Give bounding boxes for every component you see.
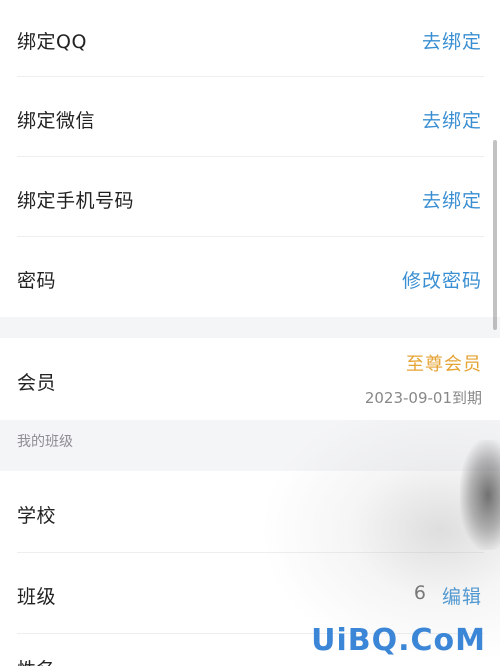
class-row[interactable]: 班级 6 编辑	[0, 553, 500, 633]
bind-phone-button[interactable]: 去绑定	[422, 186, 482, 213]
edit-class-button[interactable]: 编辑	[442, 582, 482, 609]
school-label: 学校	[17, 505, 57, 527]
password-label: 密码	[17, 270, 57, 292]
bind-wechat-button[interactable]: 去绑定	[422, 106, 482, 133]
bind-qq-button[interactable]: 去绑定	[422, 27, 482, 54]
school-row[interactable]: 学校	[0, 471, 500, 552]
class-number: 6	[413, 582, 426, 604]
password-row[interactable]: 密码 修改密码	[0, 237, 500, 317]
site-watermark: UiBQ.CoM	[311, 623, 486, 658]
scrollbar[interactable]	[493, 140, 497, 330]
class-label: 班级	[17, 586, 57, 608]
settings-screen: 绑定QQ 去绑定 绑定微信 去绑定 绑定手机号码 去绑定 密码 修改密码 会员 …	[0, 0, 500, 666]
my-class-section-header: 我的班级	[0, 420, 500, 471]
section-gap	[0, 317, 500, 338]
bind-phone-label: 绑定手机号码	[17, 190, 135, 212]
membership-level-badge: 至尊会员	[406, 354, 482, 375]
bind-phone-row[interactable]: 绑定手机号码 去绑定	[0, 157, 500, 236]
membership-expiry: 2023-09-01到期	[364, 389, 482, 407]
membership-row[interactable]: 会员 至尊会员 2023-09-01到期	[0, 338, 500, 420]
bind-qq-row[interactable]: 绑定QQ 去绑定	[0, 0, 500, 76]
bind-wechat-row[interactable]: 绑定微信 去绑定	[0, 77, 500, 156]
bind-qq-label: 绑定QQ	[17, 31, 87, 53]
bind-wechat-label: 绑定微信	[17, 110, 96, 132]
section-title: 我的班级	[17, 434, 73, 450]
next-row-label-partial: 性名	[17, 655, 55, 666]
change-password-button[interactable]: 修改密码	[402, 266, 482, 293]
membership-label: 会员	[17, 372, 57, 394]
